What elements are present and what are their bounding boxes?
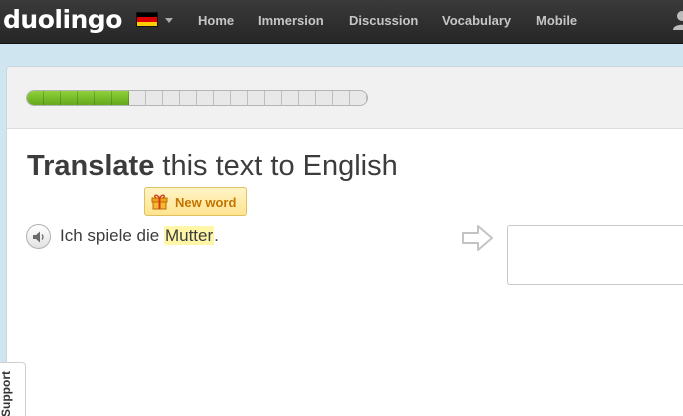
new-word-label: New word — [175, 195, 237, 210]
source-sentence: Ich spiele die Mutter. — [60, 226, 219, 246]
chevron-down-icon[interactable] — [165, 18, 173, 23]
duolingo-logo[interactable]: duolingo — [3, 5, 122, 35]
lesson-header — [7, 67, 683, 129]
nav-mobile[interactable]: Mobile — [536, 13, 577, 28]
german-flag-icon[interactable] — [136, 12, 158, 27]
nav-discussion[interactable]: Discussion — [349, 13, 418, 28]
exercise-title: Translate this text to English — [27, 149, 398, 183]
lesson-progress-bar — [26, 90, 368, 106]
support-tab[interactable]: Support — [0, 362, 26, 416]
nav-vocabulary[interactable]: Vocabulary — [442, 13, 511, 28]
user-icon[interactable] — [672, 9, 683, 31]
gift-icon — [151, 194, 168, 210]
new-word-badge: New word — [144, 187, 247, 216]
exercise-title-bold: Translate — [27, 150, 155, 182]
support-label: Support — [0, 371, 13, 416]
new-word-highlight[interactable]: Mutter — [163, 226, 215, 245]
right-arrow-icon — [462, 225, 493, 251]
sentence-text-before: Ich spiele die — [60, 226, 164, 245]
speaker-icon — [33, 231, 44, 243]
top-nav-bar: duolingo Home Immersion Discussion Vocab… — [0, 0, 683, 44]
lesson-card: Translate this text to English New word … — [6, 66, 683, 416]
nav-home[interactable]: Home — [198, 13, 234, 28]
translation-input[interactable] — [507, 225, 683, 285]
nav-immersion[interactable]: Immersion — [258, 13, 324, 28]
play-audio-button[interactable] — [26, 224, 51, 249]
sentence-text-after: . — [214, 226, 219, 245]
exercise-title-rest: this text to English — [154, 150, 398, 182]
progress-segments — [27, 91, 367, 105]
